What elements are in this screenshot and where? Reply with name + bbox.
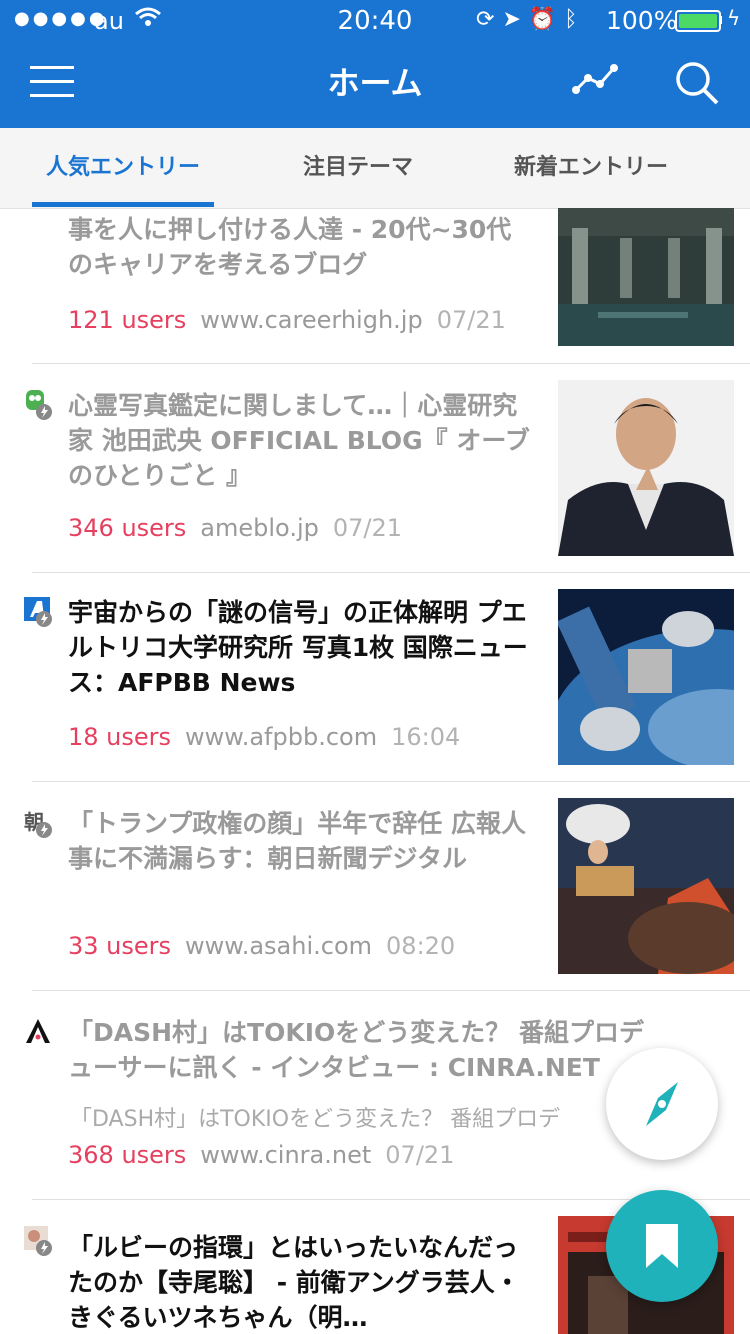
- trend-button[interactable]: [570, 60, 620, 100]
- list-item[interactable]: 事を人に押し付ける人達 - 20代~30代のキャリアを考えるブログ 121 us…: [0, 208, 750, 364]
- compass-icon: [646, 1082, 678, 1126]
- entry-list[interactable]: 事を人に押し付ける人達 - 20代~30代のキャリアを考えるブログ 121 us…: [0, 208, 750, 1334]
- entry-time: 16:04: [391, 723, 461, 751]
- afpbb-favicon: [22, 595, 54, 627]
- entry-meta: 121 users www.careerhigh.jp 07/21: [68, 306, 506, 334]
- alarm-icon: ⏰: [528, 7, 565, 32]
- entry-meta: 18 users www.afpbb.com 16:04: [68, 723, 460, 751]
- entry-description: 「DASH村」はTOKIOをどう変えた？ 番組プロデ: [70, 1107, 561, 1132]
- list-item[interactable]: 朝 「トランプ政権の顔」半年で辞任 広報人事に不満漏らす：朝日新聞デジタル 33…: [0, 782, 750, 991]
- bookmark-count: 33 users: [68, 932, 172, 960]
- bookmark-count: 346 users: [68, 514, 187, 542]
- entry-domain: www.asahi.com: [185, 932, 373, 960]
- status-bar: ●●●●● au 20:40 ⟳➤⏰ᛒ 100% ϟ: [0, 0, 750, 40]
- search-button[interactable]: [672, 58, 722, 108]
- entry-meta: 33 users www.asahi.com 08:20: [68, 932, 455, 960]
- bookmark-icon: [646, 1224, 678, 1268]
- entry-thumbnail: [558, 798, 734, 974]
- ameblo-favicon: [22, 388, 54, 420]
- status-icons: ⟳➤⏰ᛒ: [476, 7, 585, 32]
- explore-button[interactable]: [606, 1048, 718, 1160]
- entry-time: 07/21: [436, 306, 506, 334]
- active-tab-indicator: [32, 202, 214, 207]
- battery-icon: [675, 10, 721, 32]
- category-tabs: 人気エントリー 注目テーマ 新着エントリー: [0, 128, 750, 209]
- battery-percent: 100%: [606, 6, 678, 35]
- asahi-favicon: 朝: [22, 806, 54, 838]
- bluetooth-icon: ᛒ: [564, 7, 586, 32]
- search-icon: [676, 62, 719, 105]
- entry-thumbnail: [558, 208, 734, 346]
- entry-title: 宇宙からの「謎の信号」の正体解明 プエルトリコ大学研究所 写真1枚 国際ニュース…: [68, 598, 528, 697]
- entry-domain: www.cinra.net: [200, 1141, 372, 1169]
- entry-time: 08:20: [386, 932, 456, 960]
- entry-time: 07/21: [385, 1141, 455, 1169]
- entry-title: 「トランプ政権の顔」半年で辞任 広報人事に不満漏らす：朝日新聞デジタル: [68, 809, 526, 873]
- bookmark-count: 368 users: [68, 1141, 187, 1169]
- tab-popular[interactable]: 人気エントリー: [32, 128, 214, 208]
- entry-title: 事を人に押し付ける人達 - 20代~30代のキャリアを考えるブログ: [68, 215, 512, 279]
- tab-featured[interactable]: 注目テーマ: [280, 128, 436, 208]
- app-header: ●●●●● au 20:40 ⟳➤⏰ᛒ 100% ϟ ホーム: [0, 0, 750, 128]
- entry-title: 「DASH村」はTOKIOをどう変えた？ 番組プロデューサーに訊く - インタビ…: [68, 1018, 644, 1082]
- entry-domain: ameblo.jp: [200, 514, 319, 542]
- page-title: ホーム: [327, 64, 423, 102]
- entry-domain: www.afpbb.com: [185, 723, 378, 751]
- location-icon: ➤: [502, 7, 529, 32]
- blog-favicon: [22, 1224, 54, 1256]
- cinra-favicon: [22, 1015, 54, 1047]
- tab-new[interactable]: 新着エントリー: [500, 128, 682, 208]
- list-item[interactable]: 宇宙からの「謎の信号」の正体解明 プエルトリコ大学研究所 写真1枚 国際ニュース…: [0, 573, 750, 782]
- rotation-lock-icon: ⟳: [476, 7, 503, 32]
- entry-meta: 346 users ameblo.jp 07/21: [68, 514, 402, 542]
- entry-domain: www.careerhigh.jp: [200, 306, 423, 334]
- entry-title: 「ルビーの指環」とはいったいなんだったのか【寺尾聡】 - 前衛アングラ芸人・きぐ…: [68, 1233, 520, 1332]
- entry-thumbnail: [558, 380, 734, 556]
- entry-thumbnail: [558, 589, 734, 765]
- bookmark-count: 121 users: [68, 306, 187, 334]
- list-item[interactable]: 心霊写真鑑定に関しまして…｜心霊研究家 池田武央 OFFICIAL BLOG『 …: [0, 364, 750, 573]
- entry-meta: 368 users www.cinra.net 07/21: [68, 1141, 454, 1169]
- bookmark-count: 18 users: [68, 723, 172, 751]
- charging-icon: ϟ: [727, 6, 741, 30]
- bookmark-button[interactable]: [606, 1190, 718, 1302]
- entry-title: 心霊写真鑑定に関しまして…｜心霊研究家 池田武央 OFFICIAL BLOG『 …: [68, 391, 530, 490]
- entry-time: 07/21: [332, 514, 403, 542]
- trend-icon: [572, 64, 618, 94]
